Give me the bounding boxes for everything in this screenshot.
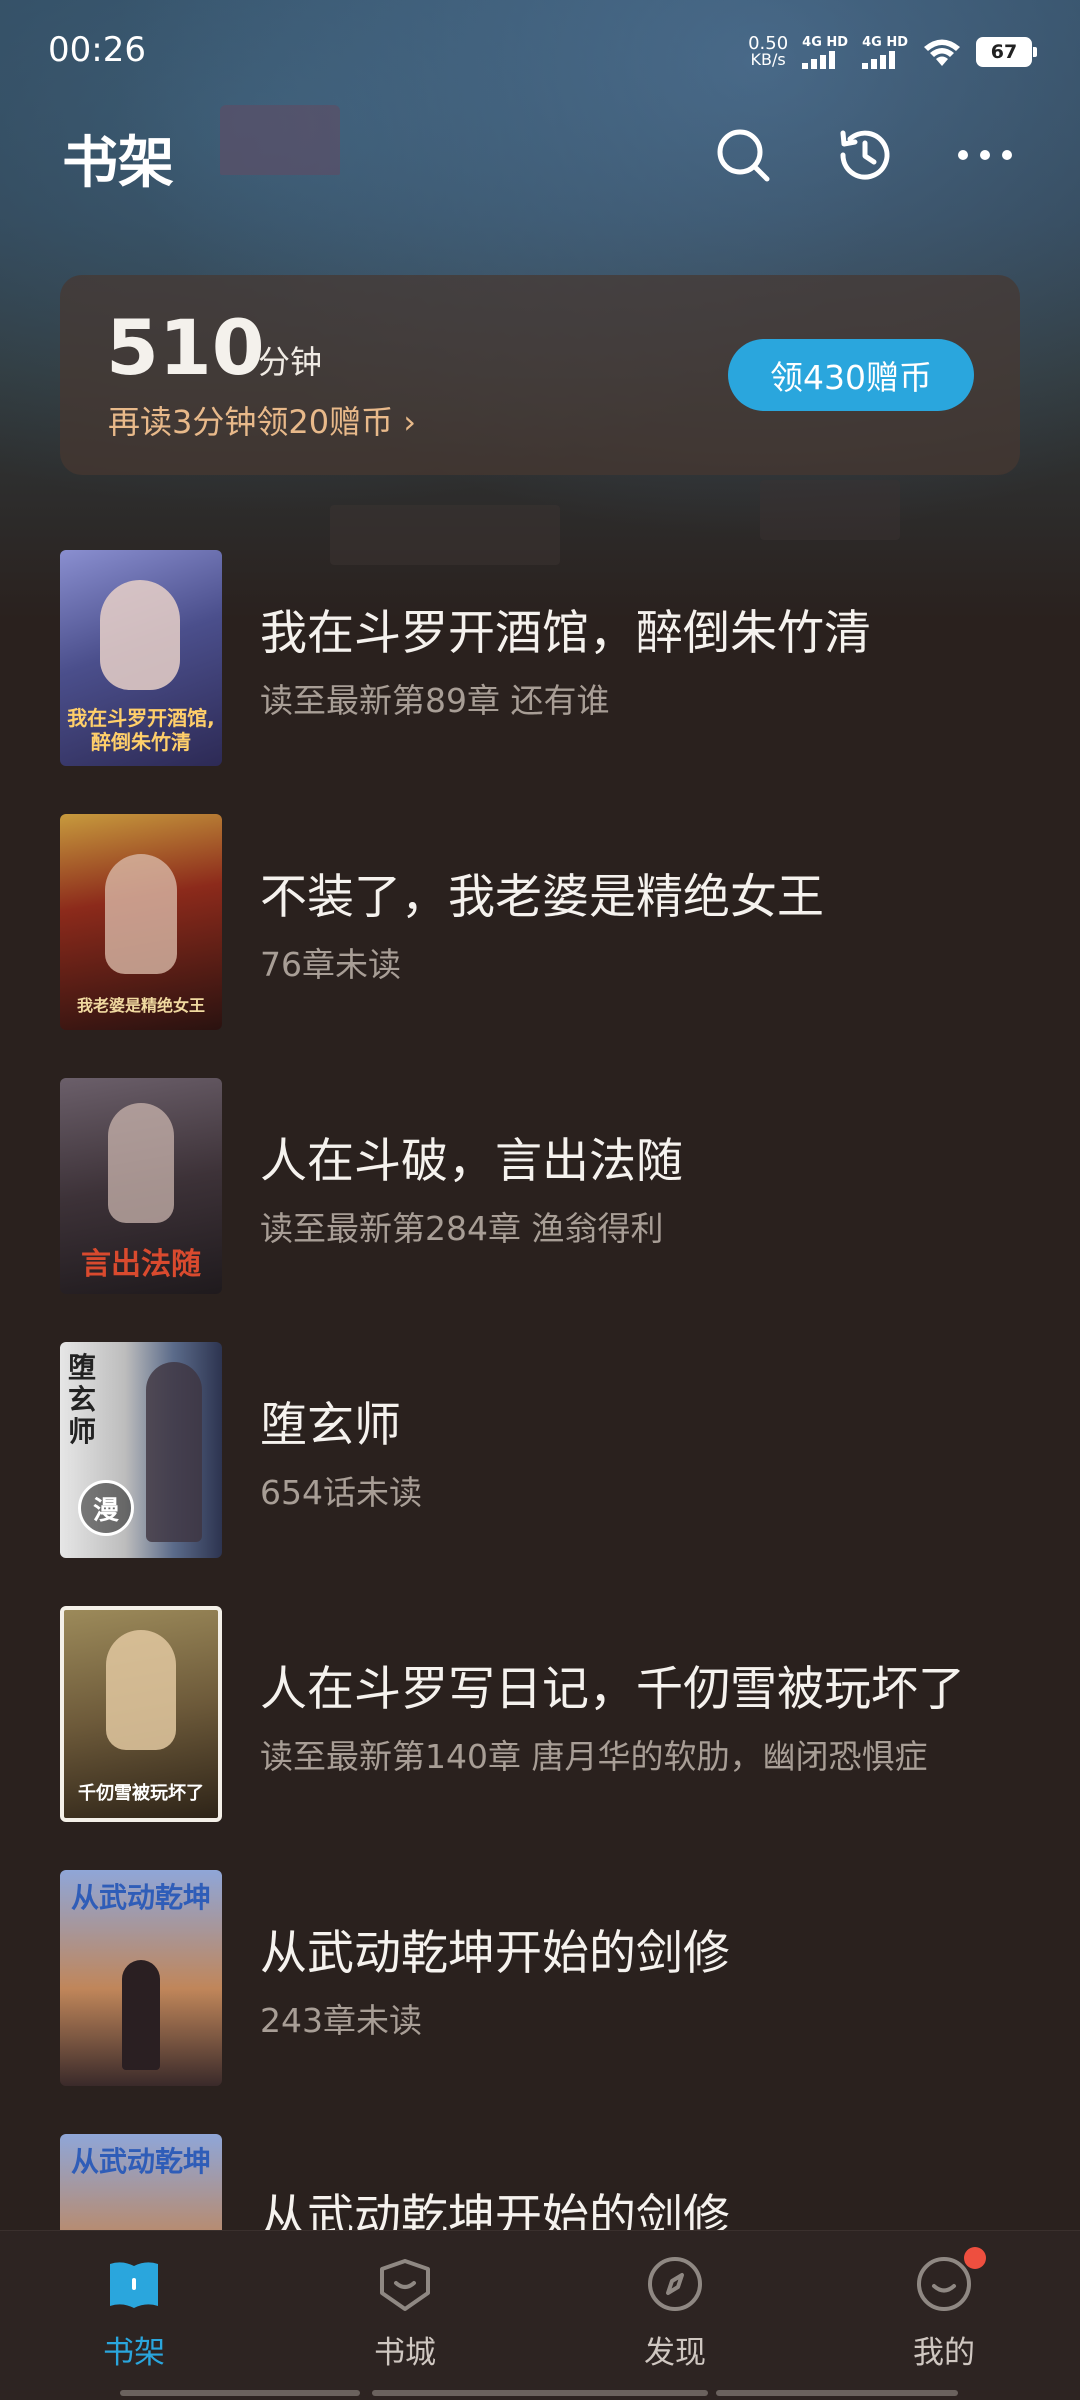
- bookstore-icon: [372, 2251, 438, 2317]
- nav-discover[interactable]: 发现: [605, 2251, 745, 2381]
- signal-label: 4G HD: [862, 34, 908, 50]
- battery-icon: 67: [976, 37, 1037, 67]
- gesture-bar: [372, 2390, 708, 2396]
- book-cover: 言出法随: [60, 1078, 222, 1294]
- book-progress: 读至最新第89章 还有谁: [260, 681, 610, 720]
- book-cover: 我老婆是精绝女王: [60, 814, 222, 1030]
- cover-figure: [105, 854, 177, 974]
- book-cover: 从武动乾坤: [60, 1870, 222, 2086]
- nav-profile[interactable]: 我的: [874, 2247, 1014, 2381]
- cover-title: 从武动乾坤: [70, 1881, 211, 1914]
- gesture-bar: [716, 2390, 958, 2396]
- nav-label: 书架: [103, 2335, 165, 2371]
- reading-minutes-unit: 分钟: [258, 343, 323, 381]
- cover-figure: [108, 1103, 174, 1223]
- signal-sim1: 4G HD: [802, 36, 848, 69]
- search-icon[interactable]: [710, 122, 776, 188]
- cover-figure: [146, 1362, 202, 1542]
- more-icon[interactable]: [952, 122, 1018, 188]
- book-item[interactable]: 言出法随 人在斗破，言出法随 读至最新第284章 渔翁得利: [60, 1078, 1040, 1294]
- cover-figure: [122, 1960, 160, 2070]
- page-title: 书架: [62, 131, 174, 196]
- signal-bars-icon: [802, 49, 836, 69]
- book-progress: 654话未读: [260, 1473, 422, 1512]
- cover-title: 堕玄师: [68, 1351, 97, 1448]
- reading-minutes: 510: [106, 303, 265, 392]
- cover-title: 言出法随: [81, 1247, 201, 1282]
- cover-figure: [106, 1630, 176, 1750]
- book-title: 人在斗罗写日记，千仞雪被玩坏了: [260, 1662, 965, 1717]
- network-speed-unit: KB/s: [750, 50, 786, 69]
- signal-bars-icon: [862, 49, 896, 69]
- claim-coins-button[interactable]: 领430赠币: [728, 339, 974, 411]
- network-speed: 0.50 KB/s: [748, 35, 788, 69]
- status-time: 00:26: [48, 30, 146, 70]
- nav-bookshelf[interactable]: 书架: [64, 2251, 204, 2381]
- status-indicators: 0.50 KB/s 4G HD 4G HD 67: [748, 30, 1037, 74]
- book-item[interactable]: 堕玄师 漫 堕玄师 654话未读: [60, 1342, 1040, 1558]
- bookshelf-icon: [101, 2251, 167, 2317]
- book-item[interactable]: 千仞雪被玩坏了 人在斗罗写日记，千仞雪被玩坏了 读至最新第140章 唐月华的软肋…: [60, 1606, 1040, 1822]
- signal-label: 4G HD: [802, 34, 849, 50]
- book-title: 人在斗破，言出法随: [260, 1134, 683, 1189]
- book-title: 从武动乾坤开始的剑修: [260, 1926, 730, 1981]
- book-cover: 千仞雪被玩坏了: [60, 1606, 222, 1822]
- cover-figure: [100, 580, 180, 690]
- more-icon-svg: [958, 150, 1012, 160]
- nav-label: 书城: [374, 2335, 436, 2371]
- cover-title: 从武动乾坤: [70, 2145, 211, 2178]
- book-title: 堕玄师: [260, 1398, 401, 1453]
- book-progress: 读至最新第284章 渔翁得利: [260, 1209, 664, 1248]
- history-icon-svg: [840, 130, 890, 180]
- book-title: 不装了，我老婆是精绝女王: [260, 870, 824, 925]
- reading-time-card: 510 分钟 再读3分钟领20赠币 › 领430赠币: [60, 275, 1020, 475]
- book-item[interactable]: 我在斗罗开酒馆,醉倒朱竹清 我在斗罗开酒馆，醉倒朱竹清 读至最新第89章 还有谁: [60, 550, 1040, 766]
- bottom-navigation: 书架 书城 发现 我的: [0, 2230, 1080, 2400]
- comic-badge: 漫: [78, 1480, 134, 1536]
- nav-bookstore[interactable]: 书城: [335, 2251, 475, 2381]
- nav-label: 我的: [913, 2335, 975, 2371]
- book-progress: 读至最新第140章 唐月华的软肋，幽闭恐惧症: [260, 1737, 928, 1776]
- discover-icon: [642, 2251, 708, 2317]
- nav-label: 发现: [644, 2335, 706, 2371]
- history-icon[interactable]: [832, 122, 898, 188]
- book-progress: 76章未读: [260, 945, 401, 984]
- notification-dot: [964, 2247, 986, 2269]
- book-cover: 堕玄师 漫: [60, 1342, 222, 1558]
- reading-reward-hint[interactable]: 再读3分钟领20赠币 ›: [108, 397, 416, 443]
- book-item[interactable]: 我老婆是精绝女王 不装了，我老婆是精绝女王 76章未读: [60, 814, 1040, 1030]
- background-house: [220, 105, 340, 175]
- status-bar: 00:26 0.50 KB/s 4G HD 4G HD 67: [0, 0, 1080, 100]
- cover-title: 我老婆是精绝女王: [76, 996, 205, 1015]
- book-title: 我在斗罗开酒馆，醉倒朱竹清: [260, 606, 871, 661]
- cover-title: 千仞雪被玩坏了: [78, 1783, 204, 1804]
- background-house: [760, 480, 900, 540]
- book-cover: 我在斗罗开酒馆,醉倒朱竹清: [60, 550, 222, 766]
- book-progress: 243章未读: [260, 2001, 422, 2040]
- book-item[interactable]: 从武动乾坤 从武动乾坤开始的剑修 243章未读: [60, 1870, 1040, 2086]
- cover-title: 我在斗罗开酒馆,醉倒朱竹清: [67, 706, 215, 754]
- wifi-icon: [924, 39, 960, 66]
- search-icon-svg: [717, 129, 770, 182]
- signal-sim2: 4G HD: [862, 36, 908, 69]
- gesture-bar: [120, 2390, 360, 2396]
